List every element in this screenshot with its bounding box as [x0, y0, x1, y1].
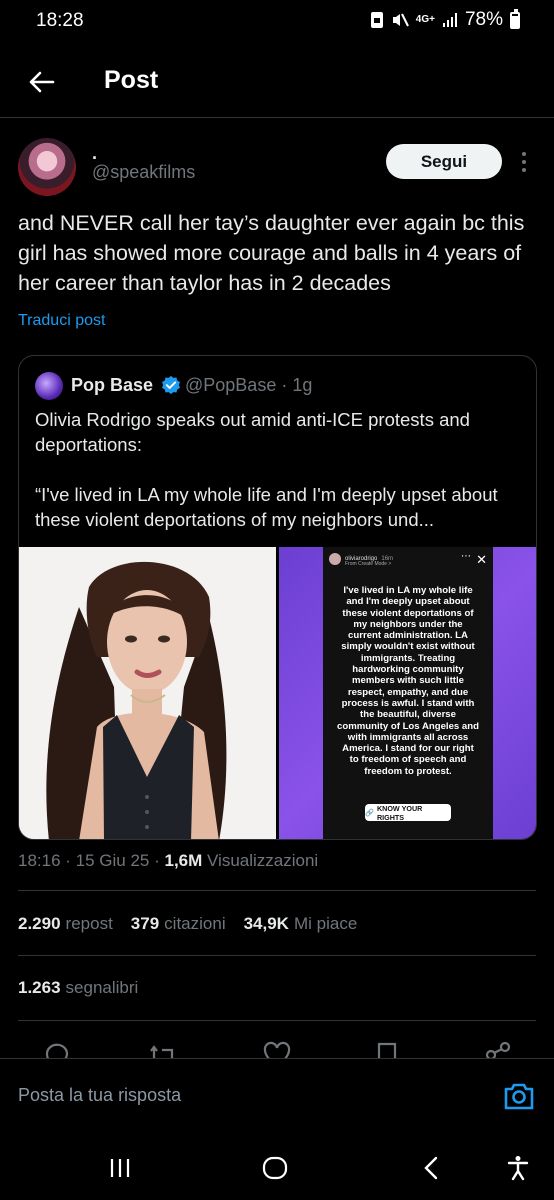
divider [18, 955, 536, 956]
quoted-post[interactable]: Pop Base @PopBase · 1g Olivia Rodrigo sp… [18, 355, 537, 840]
home-icon [262, 1156, 288, 1180]
status-bar: 18:28 4G+ 78% [0, 0, 554, 44]
likes-stat[interactable]: 34,9K Mi piace [244, 914, 358, 934]
photo-olivia[interactable] [19, 547, 276, 839]
back-arrow-icon [29, 71, 55, 93]
page-title: Post [104, 66, 159, 94]
engagement-stats: 2.290 repost 379 citazioni 34,9K Mi piace [18, 914, 357, 934]
portrait-illustration [19, 547, 276, 839]
share-icon[interactable] [483, 1040, 513, 1058]
status-icons: 4G+ 78% [370, 8, 520, 31]
quotes-stat[interactable]: 379 citazioni [131, 914, 226, 934]
bookmark-icon[interactable] [372, 1040, 402, 1058]
translate-post-link[interactable]: Traduci post [18, 312, 105, 330]
accessibility-button[interactable] [502, 1152, 534, 1184]
know-your-rights-sticker: 🔗 KNOW YOUR RIGHTS [365, 804, 451, 822]
story-close-icon: ✕ [476, 552, 487, 567]
photo-instagram-story[interactable]: oliviarodrigo 16m From Create Mode > ⋯ ✕… [279, 547, 536, 839]
back-nav-button[interactable] [415, 1152, 447, 1184]
more-dots-icon [522, 152, 526, 156]
story-subtitle: From Create Mode > [345, 561, 392, 567]
lock-notification-icon [370, 11, 384, 29]
story-more-icon: ⋯ [461, 551, 471, 562]
quote-author-name: Pop Base [71, 375, 154, 395]
accessibility-icon [507, 1156, 529, 1181]
top-bar: Post [0, 44, 554, 118]
battery-percent: 78% [464, 9, 503, 30]
reply-icon[interactable] [42, 1040, 72, 1058]
verified-icon [162, 375, 180, 395]
camera-icon[interactable] [503, 1081, 535, 1111]
author-name[interactable]: . [92, 143, 97, 164]
system-nav-bar [0, 1136, 554, 1200]
home-button[interactable] [259, 1152, 291, 1184]
story-avatar [329, 553, 341, 565]
signal-icon [442, 12, 458, 28]
views-label: Visualizzazioni [207, 851, 319, 870]
more-options-button[interactable] [514, 147, 534, 177]
recents-button[interactable] [104, 1152, 136, 1184]
divider [18, 1020, 536, 1021]
author-avatar[interactable] [18, 138, 76, 196]
mute-icon [391, 11, 409, 29]
back-nav-icon [424, 1156, 438, 1180]
reposts-stat[interactable]: 2.290 repost [18, 914, 113, 934]
network-label: 4G+ [415, 14, 435, 25]
action-bar [0, 1036, 554, 1058]
quote-media: oliviarodrigo 16m From Create Mode > ⋯ ✕… [19, 547, 536, 839]
link-icon: 🔗 [365, 808, 374, 817]
views-count: 1,6M [164, 851, 203, 870]
bookmarks-stat[interactable]: 1.263 segnalibri [18, 978, 138, 998]
recents-icon [110, 1159, 130, 1177]
battery-icon [510, 8, 520, 29]
follow-button[interactable]: Segui [386, 144, 502, 179]
quote-avatar [35, 372, 63, 400]
post-text: and NEVER call her tay’s daughter ever a… [18, 211, 525, 295]
back-button[interactable] [22, 62, 62, 102]
quote-author-handle: @PopBase · 1g [185, 375, 313, 395]
reply-input[interactable]: Posta la tua risposta [18, 1085, 181, 1106]
post-meta: 18:16 · 15 Giu 25 · 1,6M Visualizzazioni [18, 851, 318, 871]
quote-text: Olivia Rodrigo speaks out amid anti-ICE … [35, 409, 498, 530]
status-time: 18:28 [36, 10, 84, 31]
story-card: oliviarodrigo 16m From Create Mode > ⋯ ✕… [323, 547, 493, 839]
author-handle[interactable]: @speakfilms [92, 162, 195, 183]
story-text: I've lived in LA my whole life and I'm d… [337, 585, 479, 777]
post-timestamp: 18:16 · 15 Giu 25 · [18, 851, 165, 870]
divider [18, 890, 536, 891]
repost-icon[interactable] [148, 1040, 178, 1058]
like-icon[interactable] [262, 1040, 292, 1058]
reply-composer: Posta la tua risposta [0, 1058, 554, 1136]
